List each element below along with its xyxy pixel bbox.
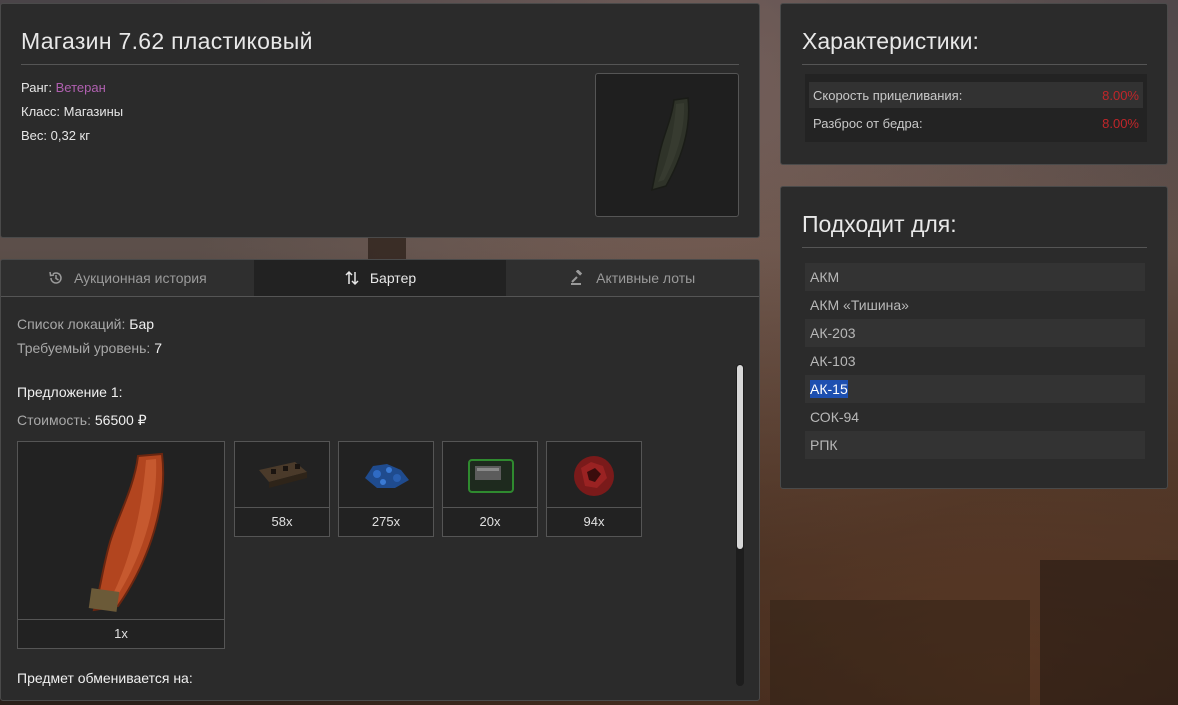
compatible-weapon-item[interactable]: АК-203 xyxy=(805,319,1145,347)
barter-result-slot[interactable]: 1x xyxy=(17,441,225,649)
weapon-name-selected: АК-15 xyxy=(810,380,848,398)
background-ruin-right xyxy=(1040,560,1178,705)
slot-quantity: 275x xyxy=(339,507,433,536)
stat-value: 8.00% xyxy=(1102,87,1139,103)
slot-image xyxy=(443,442,537,508)
slot-image xyxy=(547,442,641,508)
level-label: Требуемый уровень: xyxy=(17,340,151,356)
gavel-icon xyxy=(571,270,583,285)
slot-image xyxy=(18,442,224,620)
plastic-magazine-icon xyxy=(651,97,690,192)
weapon-name: АКМ «Тишина» xyxy=(810,297,909,313)
compatible-weapon-item[interactable]: АКМ «Тишина» xyxy=(805,291,1145,319)
background-scenery xyxy=(368,238,406,260)
cost-label: Стоимость: xyxy=(17,412,91,428)
rank-label: Ранг: xyxy=(21,80,53,95)
compatible-weapon-item[interactable]: АК-15 xyxy=(805,375,1145,403)
slot-quantity: 58x xyxy=(235,507,329,536)
locations-row: Список локаций: Бар xyxy=(17,312,162,336)
red-artifact-icon xyxy=(574,456,614,496)
weapon-name: АК-103 xyxy=(810,353,856,369)
tab-barter[interactable]: Бартер xyxy=(253,260,507,296)
class-row: Класс: Магазины xyxy=(21,100,123,124)
compatible-weapons-panel: Подходит для: АКМ АКМ «Тишина» АК-203 АК… xyxy=(780,186,1168,489)
slot-image xyxy=(235,442,329,508)
tab-active-lots-label: Активные лоты xyxy=(596,270,696,286)
locations-value: Бар xyxy=(129,316,155,332)
barter-ingredient-slot[interactable]: 275x xyxy=(338,441,434,537)
compatible-weapon-item[interactable]: АКМ xyxy=(805,263,1145,291)
compatible-title: Подходит для: xyxy=(802,211,957,237)
offer-title: Предложение 1: xyxy=(17,384,123,400)
weapon-name: АК-203 xyxy=(810,325,856,341)
compatible-weapon-item[interactable]: АК-103 xyxy=(805,347,1145,375)
scrap-metal-icon xyxy=(259,462,307,488)
stat-name: Скорость прицеливания: xyxy=(813,87,963,103)
exchange-title: Предмет обменивается на: xyxy=(17,670,193,686)
barter-info: Список локаций: Бар Требуемый уровень: 7 xyxy=(17,312,162,360)
weight-row: Вес: 0,32 кг xyxy=(21,124,123,148)
item-info-panel: Магазин 7.62 пластиковый Ранг: Ветеран К… xyxy=(0,3,760,238)
tab-bar: Аукционная история Бартер Активные лоты xyxy=(1,260,759,297)
compatible-weapon-item[interactable]: СОК-94 xyxy=(805,403,1145,431)
class-label: Класс: xyxy=(21,104,60,119)
trade-panel: Аукционная история Бартер Активные лоты … xyxy=(0,259,760,701)
cost-value: 56500 ₽ xyxy=(94,412,147,428)
compatible-weapon-item[interactable]: РПК xyxy=(805,431,1145,459)
characteristics-panel: Характеристики: Скорость прицеливания: 8… xyxy=(780,3,1168,165)
tab-barter-label: Бартер xyxy=(369,270,417,286)
class-value: Магазины xyxy=(63,104,124,119)
characteristics-title: Характеристики: xyxy=(802,28,979,54)
item-title: Магазин 7.62 пластиковый xyxy=(21,28,313,54)
circuit-board-icon xyxy=(468,459,514,493)
slot-quantity: 1x xyxy=(18,619,224,648)
weapon-name: СОК-94 xyxy=(810,409,860,425)
swap-arrows-icon xyxy=(345,270,359,286)
weapon-name: АКМ xyxy=(810,269,840,285)
level-row: Требуемый уровень: 7 xyxy=(17,336,162,360)
rank-row: Ранг: Ветеран xyxy=(21,76,123,100)
characteristics-divider xyxy=(802,64,1147,65)
scrollbar-thumb[interactable] xyxy=(737,365,743,549)
barter-ingredient-slot[interactable]: 94x xyxy=(546,441,642,537)
stat-name: Разброс от бедра: xyxy=(813,115,923,131)
blue-crystals-icon xyxy=(365,464,409,488)
item-image xyxy=(595,73,739,217)
barter-ingredient-slot[interactable]: 20x xyxy=(442,441,538,537)
barter-ingredient-slot[interactable]: 58x xyxy=(234,441,330,537)
compatible-weapons-list: АКМ АКМ «Тишина» АК-203 АК-103 АК-15 СОК… xyxy=(805,263,1145,459)
weight-value: 0,32 кг xyxy=(50,128,90,143)
slot-image xyxy=(339,442,433,508)
weapon-name: РПК xyxy=(810,437,838,453)
stat-row: Скорость прицеливания: 8.00% xyxy=(809,82,1143,108)
tab-auction-history-label: Аукционная история xyxy=(73,270,207,286)
rank-value: Ветеран xyxy=(55,80,106,95)
compatible-divider xyxy=(802,247,1147,248)
cost-row: Стоимость: 56500 ₽ xyxy=(17,412,147,429)
history-icon xyxy=(49,271,62,284)
slot-quantity: 94x xyxy=(547,507,641,536)
orange-magazine-icon xyxy=(88,452,165,612)
stats-list: Скорость прицеливания: 8.00% Разброс от … xyxy=(805,74,1147,142)
weight-label: Вес: xyxy=(21,128,48,143)
item-properties: Ранг: Ветеран Класс: Магазины Вес: 0,32 … xyxy=(21,76,123,148)
title-divider xyxy=(21,64,739,65)
stat-value: 8.00% xyxy=(1102,115,1139,131)
background-ruin-mid xyxy=(770,600,1030,705)
slot-quantity: 20x xyxy=(443,507,537,536)
locations-label: Список локаций: xyxy=(17,316,126,332)
tab-active-lots[interactable]: Активные лоты xyxy=(506,260,759,296)
stat-row: Разброс от бедра: 8.00% xyxy=(809,110,1143,136)
tab-auction-history[interactable]: Аукционная история xyxy=(1,260,254,296)
level-value: 7 xyxy=(154,340,163,356)
